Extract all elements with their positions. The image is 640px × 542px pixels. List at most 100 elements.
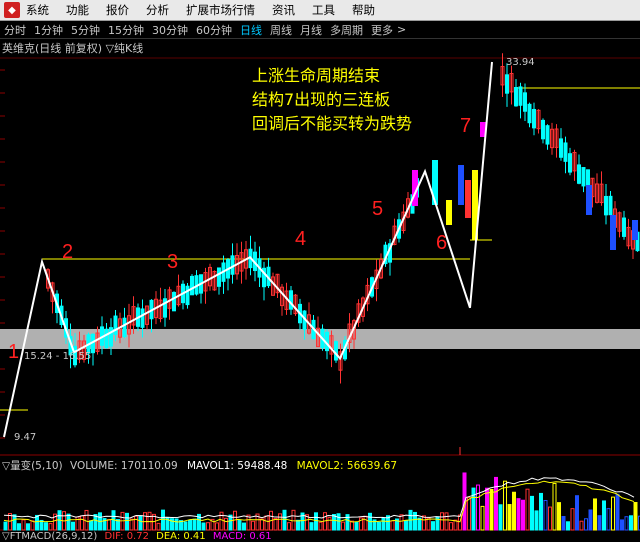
volume-bar — [225, 518, 228, 530]
candle — [560, 139, 563, 157]
candle — [105, 329, 108, 347]
volume-bar — [337, 514, 340, 530]
volume-bar — [243, 523, 246, 530]
volume-bar — [630, 516, 633, 530]
dif-value: DIF: 0.72 — [105, 531, 149, 542]
volume-bar — [220, 512, 223, 530]
volume-bar — [315, 513, 318, 530]
volume-bar — [445, 513, 448, 530]
high-price-label: 33.94 — [506, 57, 535, 68]
candle — [218, 268, 221, 286]
candle — [191, 276, 194, 294]
volume-indicator-name[interactable]: ▽量变(5,10) — [2, 460, 63, 472]
volume-bar — [72, 522, 75, 530]
volume-bar — [625, 517, 628, 530]
mavol2-value: MAVOL2: 56639.67 — [297, 460, 397, 472]
volume-bar — [36, 515, 39, 530]
volume-bar — [283, 510, 286, 530]
volume-bar — [549, 507, 552, 530]
volume-bar — [139, 516, 142, 530]
volume-bar — [252, 521, 255, 530]
candle — [173, 292, 176, 310]
candle — [528, 104, 531, 122]
volume-bar — [175, 519, 178, 530]
volume-bar — [621, 520, 624, 530]
highlight-candle — [586, 185, 592, 215]
volume-bar — [76, 517, 79, 530]
volume-bar — [297, 520, 300, 530]
volume-bar — [486, 488, 489, 530]
annotation-text: 上涨生命周期结束 结构7出现的三连板 回调后不能买转为跌势 — [252, 64, 412, 136]
volume-bar — [450, 523, 453, 530]
volume-bar — [490, 489, 493, 530]
candle — [515, 87, 518, 105]
volume-bar — [49, 524, 52, 530]
highlight-candle — [632, 220, 638, 240]
volume-bar — [513, 492, 516, 530]
volume-bar — [135, 516, 138, 530]
gap-range-label: 15.24 - 16.55 — [24, 351, 91, 362]
volume-bar — [67, 514, 70, 530]
volume-bar — [292, 510, 295, 530]
candle — [542, 120, 545, 138]
candle — [186, 286, 189, 304]
volume-bar — [184, 522, 187, 530]
volume-bar — [265, 516, 268, 530]
volume-bar — [18, 524, 21, 530]
candle — [564, 143, 567, 161]
volume-bar — [481, 506, 484, 530]
candle — [524, 93, 527, 111]
candle — [546, 126, 549, 144]
volume-bar — [351, 521, 354, 530]
volume-bar — [414, 512, 417, 530]
candle — [578, 165, 581, 183]
volume-bar — [157, 523, 160, 530]
highlight-candle — [446, 200, 452, 225]
volume-bar — [504, 481, 507, 530]
volume-bar — [238, 521, 241, 530]
volume-header: ▽量变(5,10) VOLUME: 170110.09 MAVOL1: 5948… — [2, 458, 397, 473]
candle — [609, 196, 612, 214]
volume-bar — [288, 523, 291, 530]
highlight-candle — [610, 215, 616, 250]
volume-bar — [162, 510, 165, 530]
structure-label: 7 — [460, 115, 471, 137]
volume-bar — [441, 513, 444, 530]
volume-bar — [130, 519, 133, 530]
volume-bar — [567, 522, 570, 530]
volume-bar — [594, 499, 597, 530]
volume-bar — [562, 517, 565, 530]
volume-bar — [333, 515, 336, 530]
volume-bar — [526, 489, 529, 530]
volume-bar — [310, 523, 313, 530]
volume-bar — [108, 520, 111, 530]
structure-label: 5 — [372, 198, 383, 220]
volume-bar — [328, 517, 331, 530]
candle — [506, 75, 509, 93]
macd-indicator-name[interactable]: ▽FTMACD(26,9,12) — [2, 531, 97, 542]
volume-bar — [603, 501, 606, 530]
low-price-label: 9.47 — [14, 432, 36, 443]
annotation-line-1: 上涨生命周期结束 — [252, 64, 412, 88]
volume-bar — [580, 521, 583, 530]
structure-label: 1 — [8, 341, 19, 363]
volume-bar — [616, 494, 619, 530]
highlight-candle — [465, 180, 471, 218]
volume-bar — [585, 519, 588, 530]
volume-bar — [234, 511, 237, 530]
volume-bar — [589, 510, 592, 530]
highlight-candle — [458, 165, 464, 205]
volume-bar — [342, 522, 345, 530]
volume-bar — [531, 496, 534, 530]
volume-bar — [319, 522, 322, 530]
candle — [623, 218, 626, 236]
candle — [533, 109, 536, 127]
volume-bar — [517, 499, 520, 530]
volume-bar — [558, 503, 561, 530]
structure-label: 4 — [295, 228, 306, 250]
volume-bar — [454, 520, 457, 530]
dea-value: DEA: 0.41 — [156, 531, 206, 542]
volume-bar — [391, 521, 394, 530]
volume-bar — [495, 477, 498, 530]
volume-bar — [81, 516, 84, 530]
